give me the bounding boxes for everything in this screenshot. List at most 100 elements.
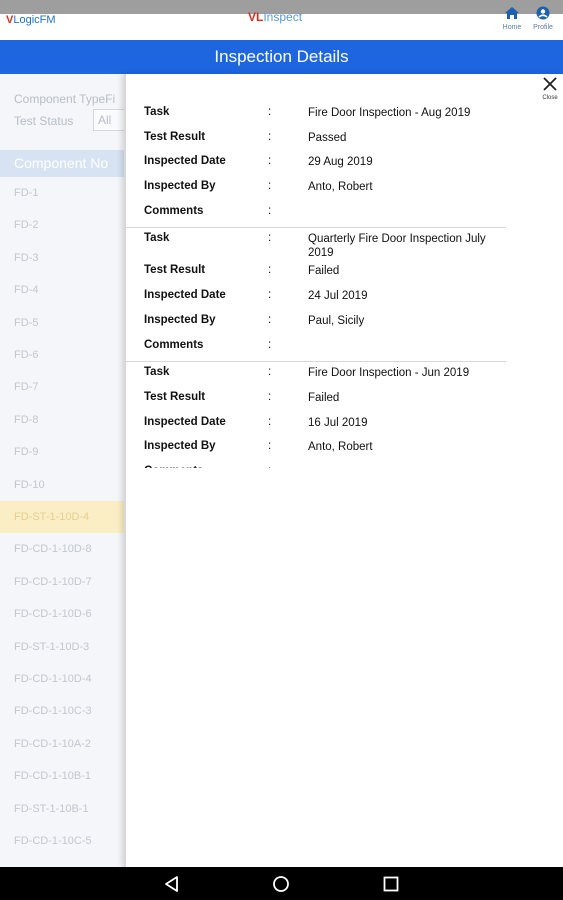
field-label: Inspected Date: [144, 155, 226, 168]
close-label: Close: [542, 95, 558, 101]
field-value: [286, 201, 486, 205]
field-label: Task: [144, 366, 170, 379]
field-row-inspected-by: Inspected By: Paul, Sicily: [126, 310, 506, 335]
field-row-test-result: Test Result: Failed: [126, 387, 506, 412]
profile-icon: [536, 6, 550, 20]
field-separator: :: [268, 106, 272, 118]
logo-center-text: Inspect: [263, 10, 303, 24]
field-row-inspected-by: Inspected By: Anto, Robert: [126, 436, 506, 461]
field-value: 16 Jul 2019: [308, 416, 368, 429]
field-value: 24 Jul 2019: [308, 290, 368, 303]
back-icon[interactable]: [163, 875, 181, 893]
field-row-inspected-date: Inspected Date: 16 Jul 2019: [126, 412, 506, 437]
component-list-item[interactable]: FD-10: [0, 469, 126, 501]
field-value: Failed: [308, 391, 340, 404]
field-value: Anto, Robert: [308, 441, 373, 454]
recents-icon[interactable]: [382, 875, 400, 893]
close-icon: [543, 77, 557, 91]
field-label: Inspected By: [144, 440, 216, 453]
field-value: Passed: [308, 131, 347, 144]
component-list-item[interactable]: FD-CD-1-10D-7: [0, 566, 126, 598]
field-row-inspected-date: Inspected Date: 24 Jul 2019: [126, 285, 506, 310]
field-value: [286, 335, 486, 339]
app-header: VLogicFM VLInspect Home Profile: [0, 6, 563, 40]
component-list-item[interactable]: FD-ST-1-10B-1: [0, 793, 126, 825]
component-list-item[interactable]: FD-5: [0, 307, 126, 339]
field-row-comments: Comments:: [126, 461, 506, 468]
component-list-item[interactable]: FD-CD-1-10C-5: [0, 825, 126, 857]
logo-center-v: VL: [248, 10, 264, 24]
component-list-item[interactable]: FD-CD-1-10B-1: [0, 760, 126, 792]
field-row-comments: Comments:: [126, 201, 506, 226]
field-row-inspected-date: Inspected Date: 29 Aug 2019: [126, 151, 506, 176]
test-status-label: Test Status: [14, 114, 74, 128]
component-list-item[interactable]: FD-3: [0, 242, 126, 274]
field-label: Inspected By: [144, 313, 216, 326]
field-row-inspected-by: Inspected By: Anto, Robert: [126, 176, 506, 201]
home-label: Home: [502, 24, 522, 31]
field-row-test-result: Test Result: Failed: [126, 260, 506, 285]
component-no-header: Component No: [0, 150, 126, 177]
component-list-item[interactable]: FD-9: [0, 436, 126, 468]
field-row-test-result: Test Result: Passed: [126, 127, 506, 152]
field-row-comments: Comments:: [126, 335, 506, 360]
component-list-item[interactable]: FD-6: [0, 339, 126, 371]
component-list-item[interactable]: FD-4: [0, 274, 126, 306]
home-circle-icon[interactable]: [272, 875, 290, 893]
logo-left-text: LogicFM: [13, 14, 56, 26]
component-list-item[interactable]: FD-2: [0, 209, 126, 241]
field-label: Inspected By: [144, 180, 216, 193]
field-value: 29 Aug 2019: [308, 156, 373, 169]
field-row-task: Task: Fire Door Inspection - Jun 2019: [126, 362, 506, 387]
home-icon: [505, 7, 519, 19]
component-list-item[interactable]: FD-CD-1-10C-3: [0, 695, 126, 727]
component-list-item[interactable]: FD-CD-1-10D-6: [0, 598, 126, 630]
field-label: Inspected Date: [144, 415, 226, 428]
field-row-task: Task: Fire Door Inspection - Aug 2019: [126, 102, 506, 127]
component-type-filter-label: Component TypeFi: [14, 92, 116, 106]
field-label: Test Result: [144, 390, 206, 403]
component-list-item[interactable]: FD-CD-1-10A-2: [0, 728, 126, 760]
field-value: Fire Door Inspection - Jun 2019: [308, 367, 470, 380]
component-list-item[interactable]: FD-ST-1-10D-4: [0, 501, 126, 533]
field-label: Test Result: [144, 264, 206, 277]
vlogicfm-logo: VLogicFM: [6, 14, 56, 26]
field-label: Comments: [126, 461, 266, 468]
field-label: Comments: [144, 204, 204, 217]
profile-button[interactable]: Profile: [528, 6, 558, 31]
field-separator: :: [266, 461, 286, 468]
field-value: Paul, Sicily: [308, 314, 365, 327]
component-list-item[interactable]: FD-7: [0, 371, 126, 403]
inspection-record: Task: Quarterly Fire Door Inspection July…: [126, 228, 506, 363]
close-button[interactable]: Close: [538, 76, 562, 101]
field-separator: :: [268, 204, 272, 217]
field-separator: :: [268, 289, 272, 302]
field-value: Quarterly Fire Door Inspection July 2019: [308, 233, 486, 260]
field-label: Comments: [144, 338, 204, 351]
inspection-details-modal: Close Task: Fire Door Inspection - Aug 20…: [124, 74, 563, 867]
field-label: Inspected Date: [144, 289, 226, 302]
inspection-record: Task: Fire Door Inspection - Aug 2019 Test…: [126, 102, 506, 229]
field-separator: :: [268, 313, 272, 326]
field-separator: :: [268, 180, 272, 193]
test-status-select[interactable]: All: [93, 109, 126, 131]
field-label: Task: [144, 232, 170, 245]
page-title: Inspection Details: [0, 40, 563, 74]
field-value: Anto, Robert: [308, 181, 373, 194]
component-list-item[interactable]: FD-CD-1-10D-4: [0, 663, 126, 695]
field-label: Test Result: [144, 130, 206, 143]
field-row-task: Task: Quarterly Fire Door Inspection July…: [126, 228, 506, 260]
field-separator: :: [268, 130, 272, 143]
component-list-item[interactable]: FD-ST-1-10D-3: [0, 631, 126, 663]
component-list-item[interactable]: FD-1: [0, 177, 126, 209]
inspection-record: Task: Fire Door Inspection - Jun 2019 Test…: [126, 362, 506, 468]
component-list-item[interactable]: FD-8: [0, 404, 126, 436]
home-button[interactable]: Home: [497, 6, 527, 31]
inspection-records: Task: Fire Door Inspection - Aug 2019 Test…: [126, 102, 506, 468]
field-label: Task: [144, 106, 170, 118]
field-separator: :: [268, 264, 272, 277]
field-separator: :: [268, 440, 272, 453]
field-separator: :: [268, 338, 272, 351]
field-separator: :: [268, 390, 272, 403]
component-list-item[interactable]: FD-CD-1-10D-8: [0, 533, 126, 565]
